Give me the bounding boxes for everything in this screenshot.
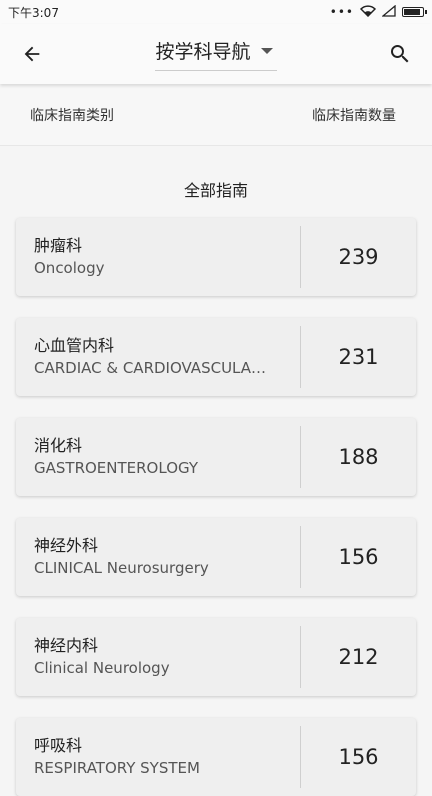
category-name-zh: 呼吸科 — [34, 736, 83, 755]
guideline-count: 156 — [338, 545, 379, 569]
category-name-zh: 心血管内科 — [34, 336, 115, 355]
section-title: 全部指南 — [183, 181, 248, 200]
category-card[interactable]: 消化科 GASTROENTEROLOGY 188 — [16, 418, 416, 496]
category-card[interactable]: 心血管内科 CARDIAC & CARDIOVASCULA… 231 — [16, 318, 416, 396]
battery-icon — [402, 7, 427, 17]
category-column-label: 临床指南类别 — [30, 107, 114, 124]
wifi-icon — [359, 4, 377, 20]
signal-icon — [381, 4, 396, 20]
more-dots-icon: ••• — [329, 5, 354, 19]
guideline-count: 239 — [338, 245, 379, 269]
guideline-count: 212 — [338, 645, 379, 669]
caret-down-icon — [260, 47, 273, 54]
back-button[interactable] — [16, 38, 48, 70]
category-name-zh: 消化科 — [34, 436, 83, 455]
search-icon — [390, 45, 409, 63]
guideline-count: 156 — [338, 745, 379, 769]
category-card[interactable]: 肿瘤科 Oncology 239 — [16, 218, 416, 296]
app-bar: 按学科导航 — [0, 24, 432, 84]
count-column-label: 临床指南数量 — [312, 107, 396, 124]
category-card[interactable]: 神经内科 Clinical Neurology 212 — [16, 618, 416, 696]
status-time: 下午3:07 — [8, 5, 59, 20]
column-header: 临床指南类别 临床指南数量 — [0, 84, 432, 146]
status-bar: 下午3:07 ••• — [0, 0, 432, 24]
category-name-zh: 神经外科 — [34, 536, 99, 555]
guideline-count: 188 — [338, 445, 379, 469]
category-list: 肿瘤科 Oncology 239 心血管内科 CARDIAC & CARDIOV… — [0, 218, 432, 796]
page-title: 按学科导航 — [155, 41, 251, 63]
subject-dropdown[interactable]: 按学科导航 — [155, 37, 277, 71]
category-name-en: CLINICAL Neurosurgery — [34, 559, 209, 577]
arrow-left-icon — [24, 46, 40, 62]
category-name-en: CARDIAC & CARDIOVASCULA… — [34, 359, 267, 377]
category-name-en: Oncology — [34, 259, 105, 277]
category-name-zh: 神经内科 — [34, 636, 99, 655]
guideline-count: 231 — [338, 345, 379, 369]
search-button[interactable] — [384, 38, 416, 70]
category-name-en: GASTROENTEROLOGY — [34, 459, 199, 477]
status-icons: ••• — [329, 4, 427, 20]
category-card[interactable]: 呼吸科 RESPIRATORY SYSTEM 156 — [16, 718, 416, 796]
category-name-en: RESPIRATORY SYSTEM — [34, 759, 200, 777]
category-name-zh: 肿瘤科 — [34, 236, 83, 255]
category-name-en: Clinical Neurology — [34, 659, 170, 677]
category-card[interactable]: 神经外科 CLINICAL Neurosurgery 156 — [16, 518, 416, 596]
